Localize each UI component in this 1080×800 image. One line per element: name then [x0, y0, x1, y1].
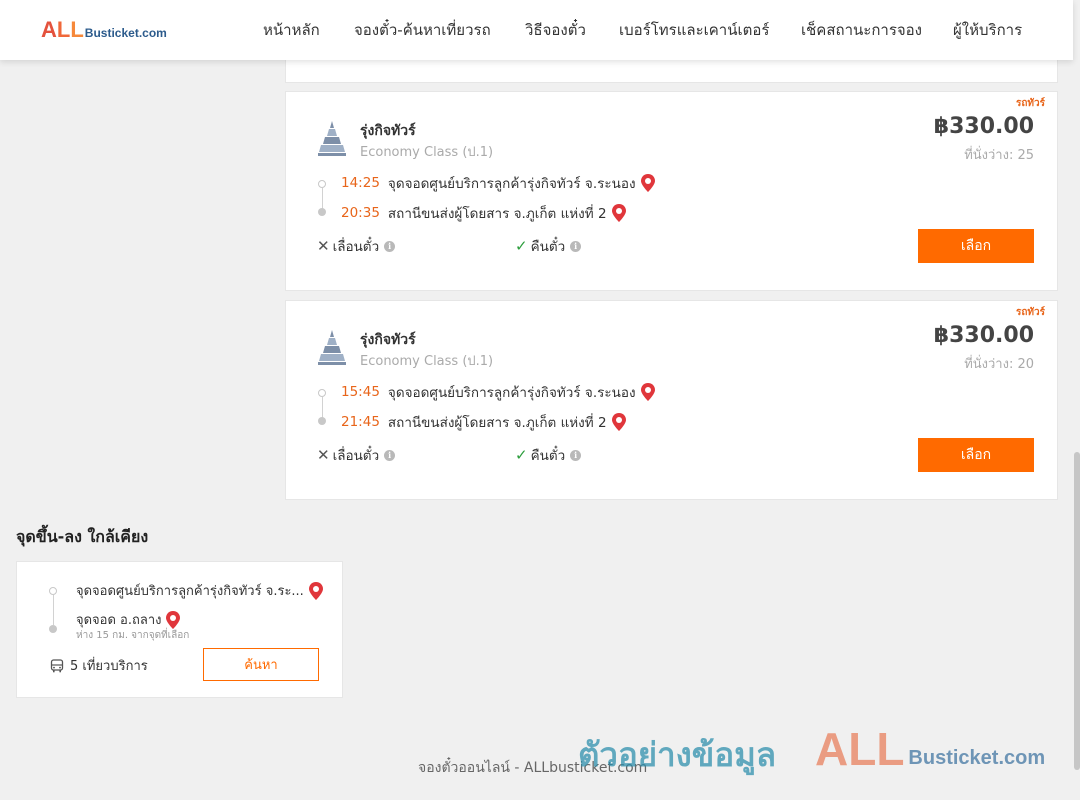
site-header: ALL Busticket.com หน้าหลัก จองตั๋ว-ค้นหา… — [0, 0, 1073, 60]
departure-location: จุดจอดศูนย์บริการลูกค้ารุ่งกิจทัวร์ จ.ระ… — [387, 385, 636, 401]
trip-card: รถทัวร์ รุ่งกิจทัวร์ Economy Class (ป.1)… — [285, 300, 1058, 500]
refund-label: คืนตั๋ว — [530, 448, 566, 464]
arrival-time: 21:45 — [341, 414, 380, 430]
nearby-stops-title: จุดขึ้น-ลง ใกล้เคียง — [16, 527, 149, 546]
nav-book-search[interactable]: จองตั๋ว-ค้นหาเที่ยวรถ — [354, 20, 491, 40]
nearby-search-button[interactable]: ค้นหา — [203, 648, 319, 681]
select-trip-button[interactable]: เลือก — [918, 438, 1034, 472]
available-seats: ที่นั่งว่าง: 25 — [964, 148, 1034, 163]
check-icon: ✓ — [515, 446, 528, 464]
route-timeline — [317, 177, 327, 216]
map-pin-icon[interactable] — [611, 413, 626, 431]
reschedule-label: เลื่อนตั๋ว — [332, 448, 380, 464]
page-scrollbar[interactable] — [1073, 0, 1080, 800]
map-pin-icon[interactable] — [640, 383, 655, 401]
logo-all-text: ALL — [41, 17, 84, 42]
nav-operators[interactable]: ผู้ให้บริการ — [953, 20, 1022, 40]
arrival-location: สถานีขนส่งผู้โดยสาร จ.ภูเก็ต แห่งที่ 2 — [387, 206, 607, 222]
nav-phone-counters[interactable]: เบอร์โทรและเคาน์เตอร์ — [619, 20, 769, 40]
nearby-from-label: จุดจอดศูนย์บริการลูกค้ารุ่งกิจทัวร์ จ.ระ… — [76, 584, 304, 599]
departure-time: 14:25 — [341, 175, 380, 191]
reschedule-policy: ✕ เลื่อนตั๋ว i — [317, 235, 396, 257]
trip-price: ฿330.00 — [933, 114, 1034, 139]
cross-icon: ✕ — [317, 237, 330, 255]
arrival-time: 20:35 — [341, 205, 380, 221]
seat-class: Economy Class (ป.1) — [360, 354, 494, 369]
nearby-to-stop: จุดจอด อ.ถลาง — [76, 609, 181, 630]
trip-price: ฿330.00 — [933, 323, 1034, 348]
scrollbar-thumb[interactable] — [1074, 452, 1080, 770]
vehicle-type-tag: รถทัวร์ — [1015, 98, 1045, 109]
check-icon: ✓ — [515, 237, 528, 255]
watermark-logo: ALL Busticket.com — [815, 726, 1045, 772]
info-icon[interactable]: i — [384, 449, 396, 461]
watermark-logo-all: ALL — [815, 723, 905, 775]
watermark-logo-rest: Busticket.com — [908, 747, 1046, 769]
operator-name: รุ่งกิจทัวร์ — [360, 123, 416, 139]
site-logo[interactable]: ALL Busticket.com — [41, 19, 167, 41]
seat-class: Economy Class (ป.1) — [360, 145, 494, 160]
map-pin-icon[interactable] — [166, 610, 181, 629]
nearby-route-card: จุดจอดศูนย์บริการลูกค้ารุ่งกิจทัวร์ จ.ระ… — [16, 561, 343, 698]
map-pin-icon[interactable] — [611, 204, 626, 222]
nav-check-booking[interactable]: เช็คสถานะการจอง — [801, 20, 922, 40]
nav-how-to-book[interactable]: วิธีจองตั๋ว — [525, 20, 586, 40]
nearby-trip-count: 5 เที่ยวบริการ — [50, 655, 148, 676]
nearby-trip-count-label: 5 เที่ยวบริการ — [70, 659, 148, 674]
nearby-from-stop: จุดจอดศูนย์บริการลูกค้ารุ่งกิจทัวร์ จ.ระ… — [76, 580, 323, 601]
departure-location: จุดจอดศูนย์บริการลูกค้ารุ่งกิจทัวร์ จ.ระ… — [387, 176, 636, 192]
departure-stop: 14:25 จุดจอดศูนย์บริการลูกค้ารุ่งกิจทัวร… — [341, 172, 655, 194]
refund-policy: ✓ คืนตั๋ว i — [515, 235, 582, 257]
cross-icon: ✕ — [317, 446, 330, 464]
map-pin-icon[interactable] — [640, 174, 655, 192]
departure-time: 15:45 — [341, 384, 380, 400]
arrival-stop: 20:35 สถานีขนส่งผู้โดยสาร จ.ภูเก็ต แห่งท… — [341, 202, 626, 224]
info-icon[interactable]: i — [570, 449, 582, 461]
info-icon[interactable]: i — [570, 240, 582, 252]
operator-logo-icon — [318, 330, 346, 365]
reschedule-label: เลื่อนตั๋ว — [332, 239, 380, 255]
nearby-to-label: จุดจอด อ.ถลาง — [76, 613, 162, 628]
logo-rest-text: Busticket.com — [84, 26, 167, 40]
route-timeline — [48, 587, 58, 633]
map-pin-icon[interactable] — [308, 581, 323, 600]
reschedule-policy: ✕ เลื่อนตั๋ว i — [317, 444, 396, 466]
departure-stop: 15:45 จุดจอดศูนย์บริการลูกค้ารุ่งกิจทัวร… — [341, 381, 655, 403]
select-trip-button[interactable]: เลือก — [918, 229, 1034, 263]
nav-home[interactable]: หน้าหลัก — [263, 20, 320, 40]
operator-name: รุ่งกิจทัวร์ — [360, 332, 416, 348]
route-timeline — [317, 386, 327, 425]
vehicle-type-tag: รถทัวร์ — [1015, 307, 1045, 318]
refund-label: คืนตั๋ว — [530, 239, 566, 255]
refund-policy: ✓ คืนตั๋ว i — [515, 444, 582, 466]
sample-data-watermark: ตัวอย่างข้อมูล — [578, 735, 777, 774]
bus-icon — [50, 658, 64, 672]
trip-card: รถทัวร์ รุ่งกิจทัวร์ Economy Class (ป.1)… — [285, 91, 1058, 291]
arrival-stop: 21:45 สถานีขนส่งผู้โดยสาร จ.ภูเก็ต แห่งท… — [341, 411, 626, 433]
nearby-distance: ห่าง 15 กม. จากจุดที่เลือก — [76, 630, 190, 641]
previous-trip-card — [285, 56, 1058, 83]
info-icon[interactable]: i — [384, 240, 396, 252]
available-seats: ที่นั่งว่าง: 20 — [964, 357, 1034, 372]
arrival-location: สถานีขนส่งผู้โดยสาร จ.ภูเก็ต แห่งที่ 2 — [387, 415, 607, 431]
operator-logo-icon — [318, 121, 346, 156]
